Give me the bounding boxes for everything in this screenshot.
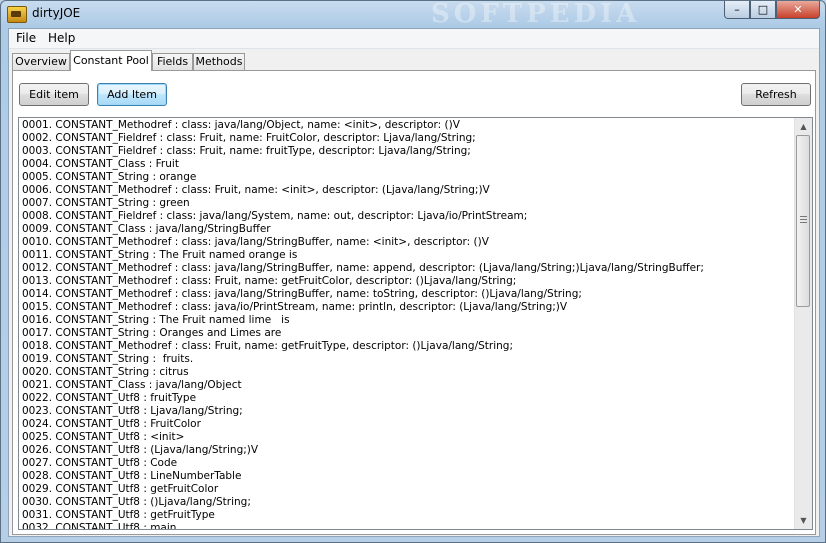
list-item[interactable]: 0023. CONSTANT_Utf8 : Ljava/lang/String; <box>22 405 794 418</box>
list-item[interactable]: 0019. CONSTANT_String : fruits. <box>22 353 794 366</box>
window-title: dirtyJOE <box>32 6 81 20</box>
list-item[interactable]: 0003. CONSTANT_Fieldref : class: Fruit, … <box>22 145 794 158</box>
list-item[interactable]: 0011. CONSTANT_String : The Fruit named … <box>22 249 794 262</box>
menu-file[interactable]: File <box>16 31 36 45</box>
list-item[interactable]: 0009. CONSTANT_Class : java/lang/StringB… <box>22 223 794 236</box>
tab-overview[interactable]: Overview <box>12 53 70 70</box>
constant-pool-list[interactable]: 0001. CONSTANT_Methodref : class: java/l… <box>18 117 813 530</box>
scroll-up-icon[interactable]: ▲ <box>795 118 812 135</box>
minimize-button[interactable]: – <box>724 1 750 19</box>
refresh-button[interactable]: Refresh <box>741 83 811 106</box>
list-item[interactable]: 0017. CONSTANT_String : Oranges and Lime… <box>22 327 794 340</box>
list-item[interactable]: 0015. CONSTANT_Methodref : class: java/i… <box>22 301 794 314</box>
watermark-logo: SOFTPEDIA <box>431 0 641 29</box>
menu-help[interactable]: Help <box>48 31 75 45</box>
constant-pool-panel: Edit item Add Item Refresh 0001. CONSTAN… <box>12 70 816 535</box>
list-item[interactable]: 0028. CONSTANT_Utf8 : LineNumberTable <box>22 470 794 483</box>
list-rows: 0001. CONSTANT_Methodref : class: java/l… <box>22 119 794 529</box>
list-item[interactable]: 0004. CONSTANT_Class : Fruit <box>22 158 794 171</box>
app-window: dirtyJOE SOFTPEDIA – □ ✕ File Help Overv… <box>0 0 826 543</box>
list-item[interactable]: 0005. CONSTANT_String : orange <box>22 171 794 184</box>
list-item[interactable]: 0006. CONSTANT_Methodref : class: Fruit,… <box>22 184 794 197</box>
tab-constant-pool[interactable]: Constant Pool <box>70 50 152 71</box>
list-item[interactable]: 0021. CONSTANT_Class : java/lang/Object <box>22 379 794 392</box>
list-item[interactable]: 0032. CONSTANT_Utf8 : main <box>22 522 794 529</box>
list-item[interactable]: 0013. CONSTANT_Methodref : class: Fruit,… <box>22 275 794 288</box>
list-item[interactable]: 0018. CONSTANT_Methodref : class: Fruit,… <box>22 340 794 353</box>
list-item[interactable]: 0030. CONSTANT_Utf8 : ()Ljava/lang/Strin… <box>22 496 794 509</box>
list-item[interactable]: 0027. CONSTANT_Utf8 : Code <box>22 457 794 470</box>
client-area: File Help Overview Constant Pool Fields … <box>8 28 820 537</box>
list-item[interactable]: 0010. CONSTANT_Methodref : class: java/l… <box>22 236 794 249</box>
list-item[interactable]: 0014. CONSTANT_Methodref : class: java/l… <box>22 288 794 301</box>
grip-icon <box>800 216 807 224</box>
list-item[interactable]: 0022. CONSTANT_Utf8 : fruitType <box>22 392 794 405</box>
list-item[interactable]: 0007. CONSTANT_String : green <box>22 197 794 210</box>
list-item[interactable]: 0025. CONSTANT_Utf8 : <init> <box>22 431 794 444</box>
list-item[interactable]: 0012. CONSTANT_Methodref : class: java/l… <box>22 262 794 275</box>
vertical-scrollbar[interactable]: ▲ ▼ <box>794 118 812 529</box>
tab-methods[interactable]: Methods <box>193 53 245 70</box>
list-item[interactable]: 0001. CONSTANT_Methodref : class: java/l… <box>22 119 794 132</box>
list-item[interactable]: 0026. CONSTANT_Utf8 : (Ljava/lang/String… <box>22 444 794 457</box>
list-item[interactable]: 0020. CONSTANT_String : citrus <box>22 366 794 379</box>
tab-fields[interactable]: Fields <box>152 53 193 70</box>
list-item[interactable]: 0031. CONSTANT_Utf8 : getFruitType <box>22 509 794 522</box>
list-item[interactable]: 0008. CONSTANT_Fieldref : class: java/la… <box>22 210 794 223</box>
title-bar[interactable]: dirtyJOE SOFTPEDIA – □ ✕ <box>1 0 825 29</box>
scroll-thumb[interactable] <box>796 135 810 307</box>
maximize-button[interactable]: □ <box>750 1 776 19</box>
close-button[interactable]: ✕ <box>776 1 820 19</box>
list-item[interactable]: 0002. CONSTANT_Fieldref : class: Fruit, … <box>22 132 794 145</box>
edit-item-button[interactable]: Edit item <box>19 83 89 106</box>
list-item[interactable]: 0029. CONSTANT_Utf8 : getFruitColor <box>22 483 794 496</box>
list-item[interactable]: 0024. CONSTANT_Utf8 : FruitColor <box>22 418 794 431</box>
app-icon[interactable] <box>7 6 27 23</box>
scroll-down-icon[interactable]: ▼ <box>795 512 812 529</box>
add-item-button[interactable]: Add Item <box>97 83 167 106</box>
menu-bar: File Help <box>9 29 819 49</box>
list-item[interactable]: 0016. CONSTANT_String : The Fruit named … <box>22 314 794 327</box>
